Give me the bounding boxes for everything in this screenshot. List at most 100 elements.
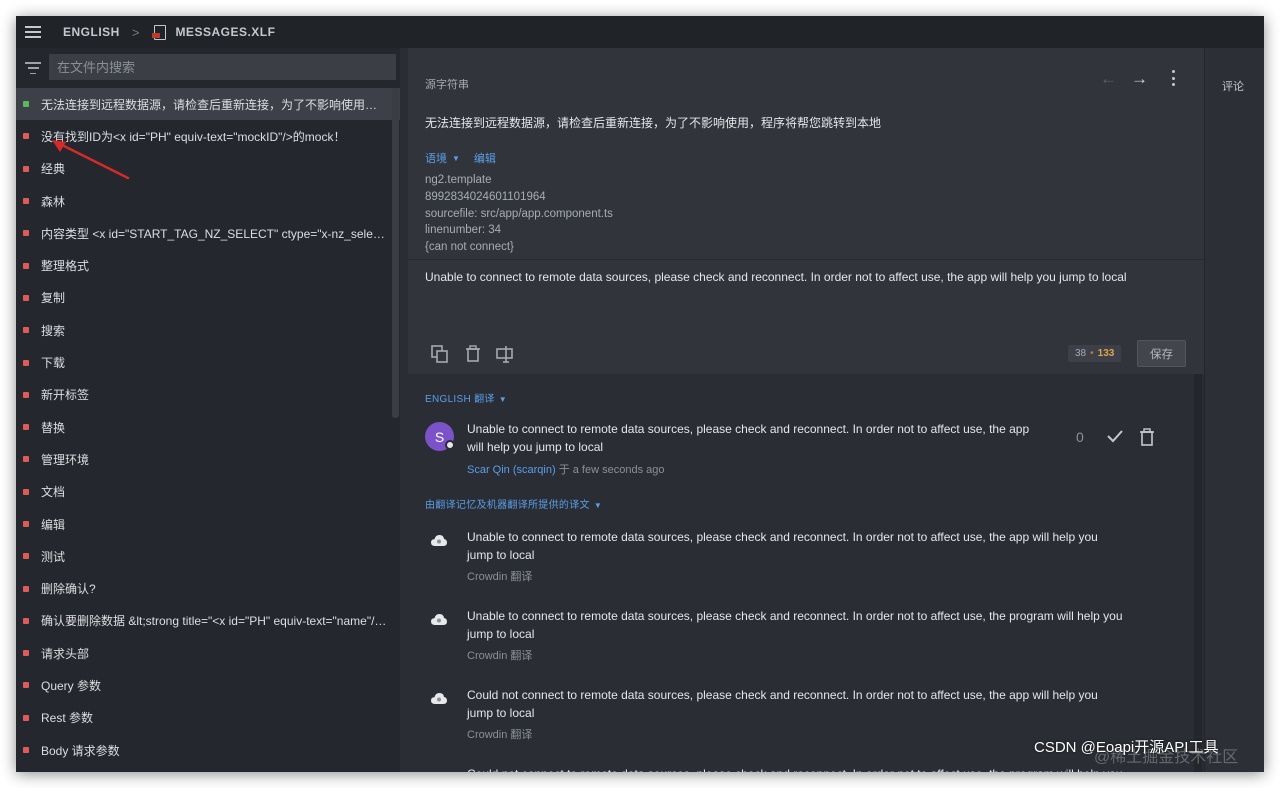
chevron-down-icon[interactable]: ▼	[452, 154, 460, 163]
delete-translation-icon[interactable]	[1139, 428, 1155, 446]
status-indicator	[23, 101, 29, 108]
status-indicator	[23, 585, 29, 592]
mt-suggestion-text[interactable]: Unable to connect to remote data sources…	[467, 528, 1127, 564]
crowdin-cloud-icon	[430, 691, 448, 705]
crowdin-cloud-icon	[430, 612, 448, 626]
context-line: {can not connect}	[425, 241, 514, 254]
split-view-icon[interactable]	[495, 344, 515, 364]
string-label: 内容类型 <x id="START_TAG_NZ_SELECT" ctype="…	[41, 226, 389, 241]
string-list-item[interactable]: Query 参数	[16, 669, 400, 701]
string-label: 森林	[41, 194, 66, 209]
string-list-item[interactable]: 管理环境	[16, 443, 400, 475]
status-indicator	[23, 617, 29, 624]
string-list: 无法连接到远程数据源，请检查后重新连接，为了不影响使用，程序将帮您跳转到本地没有…	[16, 88, 400, 766]
status-indicator	[23, 133, 29, 140]
sidebar-scrollbar[interactable]	[392, 88, 399, 418]
previous-string-icon[interactable]: ←	[1100, 69, 1117, 89]
string-label: 确认要删除数据 &lt;strong title="<x id="PH" equ…	[41, 614, 389, 629]
breadcrumb-file: MESSAGES.XLF	[175, 25, 276, 39]
string-list-item[interactable]: 文档	[16, 476, 400, 508]
source-string-label: 源字符串	[425, 79, 469, 91]
string-list-item[interactable]: Body 请求参数	[16, 734, 400, 766]
next-string-icon[interactable]: →	[1131, 69, 1148, 89]
string-list-item[interactable]: 测试	[16, 540, 400, 572]
user-translation-text[interactable]: Unable to connect to remote data sources…	[467, 420, 1047, 456]
clear-translation-icon[interactable]	[463, 344, 483, 364]
mt-suggestions-header[interactable]: 由翻译记忆及机器翻译所提供的译文 ▼	[425, 496, 602, 511]
mt-suggestions-title: 由翻译记忆及机器翻译所提供的译文	[425, 500, 590, 511]
status-indicator	[23, 488, 29, 495]
string-list-item[interactable]: 下载	[16, 346, 400, 378]
string-list-item[interactable]: 复制	[16, 282, 400, 314]
status-indicator	[23, 424, 29, 431]
status-indicator	[23, 714, 29, 721]
translator-name[interactable]: Scar Qin (scarqin)	[467, 464, 556, 476]
breadcrumb-language[interactable]: ENGLISH	[63, 25, 120, 39]
more-options-icon[interactable]	[1168, 70, 1178, 86]
status-indicator	[23, 359, 29, 366]
xlf-file-icon	[152, 24, 167, 40]
crowdin-cloud-icon	[430, 770, 448, 772]
save-button[interactable]: 保存	[1137, 340, 1186, 367]
search-input[interactable]	[49, 54, 396, 80]
string-label: 测试	[41, 549, 66, 564]
string-list-item[interactable]: 无法连接到远程数据源，请检查后重新连接，为了不影响使用，程序将帮您跳转到本地	[16, 88, 400, 121]
chevron-down-icon: ▼	[593, 501, 603, 510]
language-translations-title: ENGLISH 翻译	[425, 394, 495, 405]
translation-input[interactable]	[425, 268, 1185, 328]
string-label: 删除确认?	[41, 582, 96, 597]
language-translations-header[interactable]: ENGLISH 翻译 ▼	[425, 390, 507, 405]
string-label: 复制	[41, 291, 66, 306]
context-line: linenumber: 34	[425, 224, 502, 237]
approve-check-icon[interactable]	[1106, 428, 1124, 444]
tab-edit[interactable]: 编辑	[474, 150, 496, 166]
string-label: 下载	[41, 356, 66, 371]
string-list-item[interactable]: 删除确认?	[16, 572, 400, 604]
status-indicator	[23, 230, 29, 237]
status-indicator	[23, 553, 29, 560]
chevron-down-icon: ▼	[498, 395, 507, 404]
string-label: 无法连接到远程数据源，请检查后重新连接，为了不影响使用，程序将帮您跳转到本地	[41, 97, 389, 112]
tab-context[interactable]: 语境	[425, 150, 447, 166]
context-line: 8992834024601101964	[425, 190, 546, 203]
string-list-item[interactable]: 内容类型 <x id="START_TAG_NZ_SELECT" ctype="…	[16, 217, 400, 249]
context-info: ng2.template 8992834024601101964 sourcef…	[425, 172, 613, 256]
mt-suggestion-text[interactable]: Unable to connect to remote data sources…	[467, 607, 1127, 643]
suggestions-scrollbar[interactable]	[1194, 374, 1202, 772]
menu-icon[interactable]	[25, 26, 41, 38]
string-list-item[interactable]: 新开标签	[16, 379, 400, 411]
string-list-item[interactable]: 经典	[16, 153, 400, 185]
online-badge	[445, 440, 455, 450]
comments-rail: 评论	[1204, 48, 1264, 772]
string-list-item[interactable]: 编辑	[16, 508, 400, 540]
comments-tab[interactable]: 评论	[1222, 78, 1244, 94]
string-label: 替换	[41, 420, 66, 435]
string-label: 管理环境	[41, 452, 90, 467]
context-line: sourcefile: src/app/app.component.ts	[425, 207, 613, 220]
mt-suggestion-text[interactable]: Could not connect to remote data sources…	[467, 765, 1127, 772]
status-indicator	[23, 650, 29, 657]
character-counter: 38 • 133	[1068, 345, 1122, 362]
string-list-item[interactable]: 没有找到ID为<x id="PH" equiv-text="mockID"/>的…	[16, 120, 400, 152]
string-list-item[interactable]: 请求头部	[16, 637, 400, 669]
vote-count: 0	[1076, 429, 1084, 445]
search-row	[16, 48, 400, 88]
string-list-item[interactable]: 确认要删除数据 &lt;strong title="<x id="PH" equ…	[16, 605, 400, 637]
filter-icon[interactable]	[25, 62, 41, 74]
status-indicator	[23, 747, 29, 754]
string-list-item[interactable]: 整理格式	[16, 249, 400, 281]
mt-suggestion-text[interactable]: Could not connect to remote data sources…	[467, 686, 1127, 722]
context-line: ng2.template	[425, 174, 492, 186]
editor-panel: 源字符串 ← → 无法连接到远程数据源，请检查后重新连接，为了不影响使用，程序将…	[408, 48, 1204, 772]
string-label: 编辑	[41, 517, 66, 532]
copy-source-icon[interactable]	[430, 344, 450, 364]
translation-char-count: 133	[1097, 348, 1115, 359]
string-label: Query 参数	[41, 678, 102, 693]
status-indicator	[23, 262, 29, 269]
counter-separator-dot: •	[1090, 348, 1094, 359]
string-list-item[interactable]: 森林	[16, 185, 400, 217]
string-list-item[interactable]: Rest 参数	[16, 702, 400, 734]
status-indicator	[23, 165, 29, 172]
string-list-item[interactable]: 替换	[16, 411, 400, 443]
string-list-item[interactable]: 搜索	[16, 314, 400, 346]
